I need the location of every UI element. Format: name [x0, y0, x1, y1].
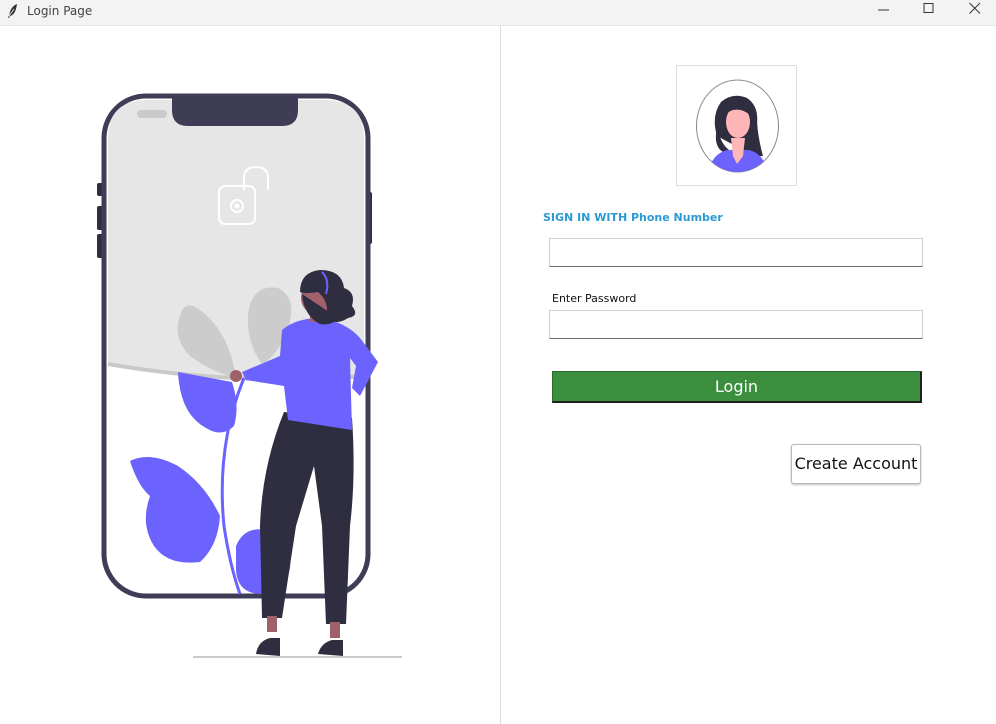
login-button[interactable]: Login: [552, 371, 922, 403]
close-button[interactable]: [952, 0, 996, 25]
create-account-button[interactable]: Create Account: [791, 444, 921, 484]
phone-unlock-illustration: [97, 93, 402, 658]
user-avatar-icon: [696, 79, 779, 173]
title-bar: Login Page: [0, 0, 996, 26]
sign-in-heading: SIGN IN WITH Phone Number: [543, 211, 723, 224]
password-input[interactable]: [549, 310, 923, 339]
login-window: Login Page SIGN IN WITH Phone Number Ent…: [0, 0, 996, 724]
minimize-icon: [878, 9, 889, 11]
password-label: Enter Password: [552, 292, 637, 305]
maximize-icon: [923, 3, 934, 13]
window-title: Login Page: [27, 4, 93, 18]
close-icon: [969, 2, 981, 14]
avatar: [676, 65, 797, 186]
feather-icon: [6, 3, 20, 19]
maximize-button[interactable]: [906, 0, 952, 25]
login-form-panel: SIGN IN WITH Phone Number Enter Password…: [501, 26, 996, 724]
phone-number-input[interactable]: [549, 238, 923, 267]
minimize-button[interactable]: [861, 0, 907, 25]
illustration-panel: [0, 26, 501, 724]
